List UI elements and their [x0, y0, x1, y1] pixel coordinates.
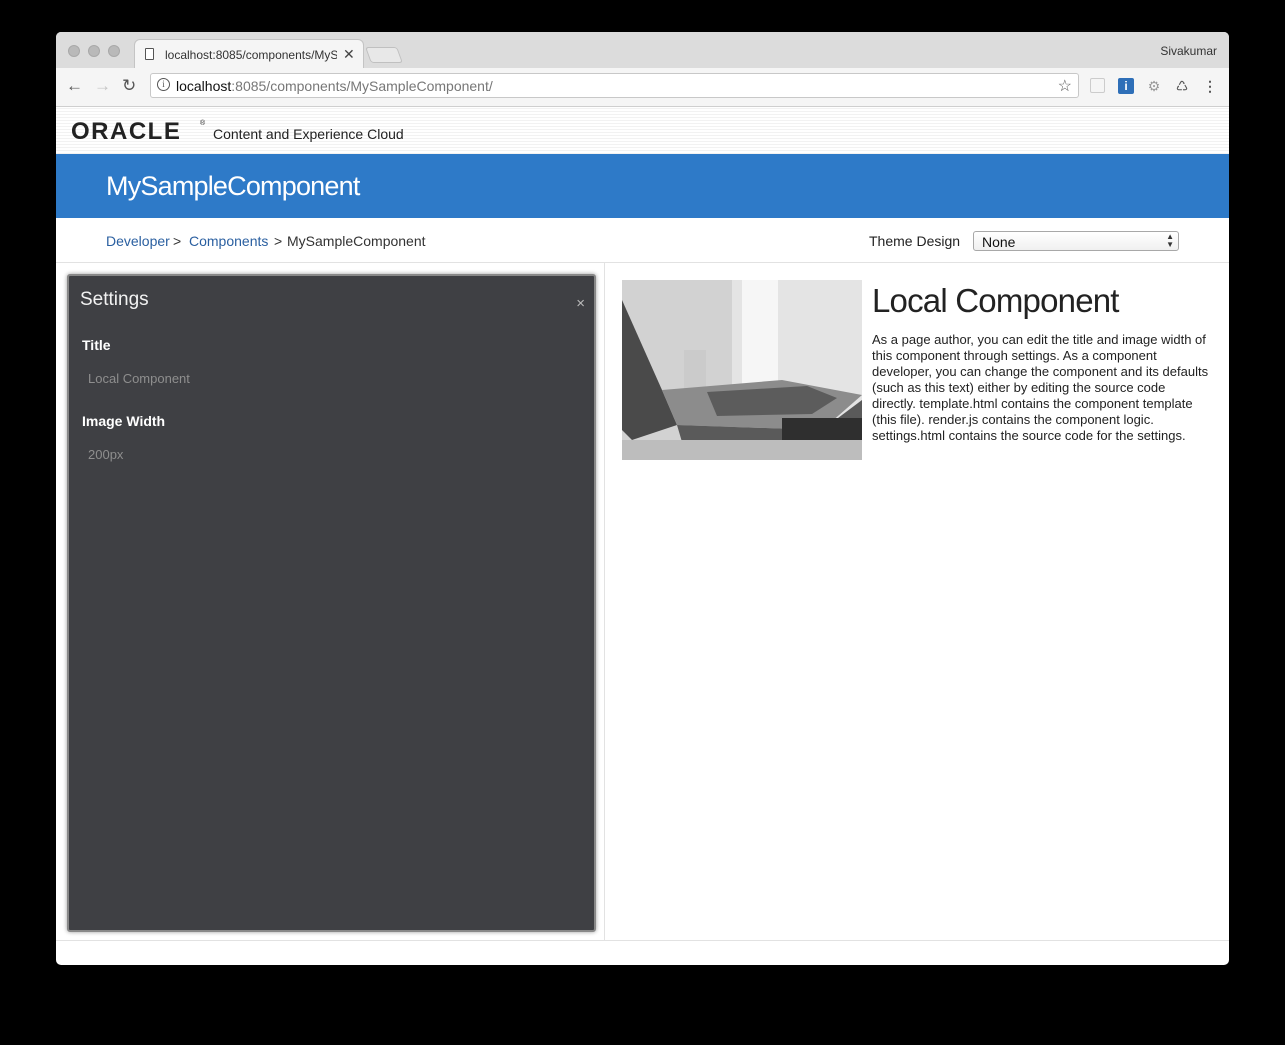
- page-banner: MySampleComponent: [56, 154, 1229, 218]
- address-bar[interactable]: i localhost:8085/components/MySampleComp…: [150, 73, 1079, 98]
- breadcrumb-developer[interactable]: Developer: [106, 233, 170, 249]
- recycle-icon[interactable]: ♺: [1174, 78, 1190, 94]
- browser-window: localhost:8085/components/MySampleCompon…: [56, 32, 1229, 965]
- breadcrumb-separator: >: [274, 233, 283, 249]
- component-image: [622, 280, 862, 460]
- profile-name[interactable]: Sivakumar: [1160, 44, 1217, 58]
- footer-divider: [56, 940, 1229, 941]
- url-text[interactable]: localhost:8085/components/MySampleCompon…: [176, 78, 493, 94]
- forward-arrow-icon[interactable]: →: [94, 76, 111, 96]
- component-title: Local Component: [872, 282, 1119, 319]
- page-icon: [145, 48, 154, 60]
- settings-pane: Settings × Title Local Component Image W…: [56, 263, 605, 941]
- new-tab-button[interactable]: [365, 47, 403, 63]
- app-header: ORACLE ® Content and Experience Cloud: [56, 107, 1229, 154]
- tab-strip: localhost:8085/components/MySampleCompon…: [56, 32, 1229, 69]
- zoom-window-button[interactable]: [108, 45, 120, 57]
- info-icon[interactable]: i: [157, 78, 170, 91]
- theme-design-select[interactable]: None ▲ ▼: [973, 231, 1179, 251]
- back-arrow-icon[interactable]: ←: [66, 76, 83, 96]
- main-content: Settings × Title Local Component Image W…: [56, 263, 1229, 941]
- close-icon[interactable]: ×: [576, 295, 585, 312]
- theme-design-label: Theme Design: [869, 233, 961, 249]
- theme-selected-value: None: [982, 234, 1016, 250]
- gear-extension-icon[interactable]: ⚙: [1146, 78, 1162, 94]
- tab-close-icon[interactable]: ✕: [343, 46, 355, 63]
- product-name: Content and Experience Cloud: [213, 126, 404, 142]
- breadcrumb: Developer > Components > MySampleCompone…: [56, 218, 1229, 263]
- minimize-window-button[interactable]: [88, 45, 100, 57]
- info-extension-icon[interactable]: i: [1118, 78, 1134, 94]
- title-field-label: Title: [82, 337, 111, 353]
- oracle-logo: ORACLE: [71, 118, 182, 145]
- breadcrumb-current: MySampleComponent: [287, 233, 426, 249]
- component-description: As a page author, you can edit the title…: [872, 332, 1209, 443]
- page-title: MySampleComponent: [106, 171, 360, 201]
- settings-title: Settings: [80, 289, 149, 310]
- settings-panel: Settings × Title Local Component Image W…: [67, 274, 596, 932]
- bookmark-star-icon[interactable]: ☆: [1058, 76, 1072, 96]
- menu-kebab-icon[interactable]: ⋮: [1202, 78, 1218, 94]
- image-width-field-label: Image Width: [82, 413, 166, 429]
- tab-title: localhost:8085/components/MySampleCompon…: [165, 48, 337, 62]
- title-field[interactable]: Local Component: [88, 371, 190, 386]
- select-arrows-icon: ▲ ▼: [1166, 232, 1174, 249]
- breadcrumb-components[interactable]: Components: [189, 233, 268, 249]
- extension-icon[interactable]: [1090, 78, 1105, 93]
- image-width-field[interactable]: 200px: [88, 447, 123, 462]
- browser-toolbar: ← → ↻ i localhost:8085/components/MySamp…: [56, 68, 1229, 107]
- browser-tab[interactable]: localhost:8085/components/MySampleCompon…: [134, 39, 364, 69]
- close-window-button[interactable]: [68, 45, 80, 57]
- registered-mark: ®: [200, 120, 206, 127]
- breadcrumb-separator: >: [173, 233, 182, 249]
- reload-icon[interactable]: ↻: [122, 76, 136, 96]
